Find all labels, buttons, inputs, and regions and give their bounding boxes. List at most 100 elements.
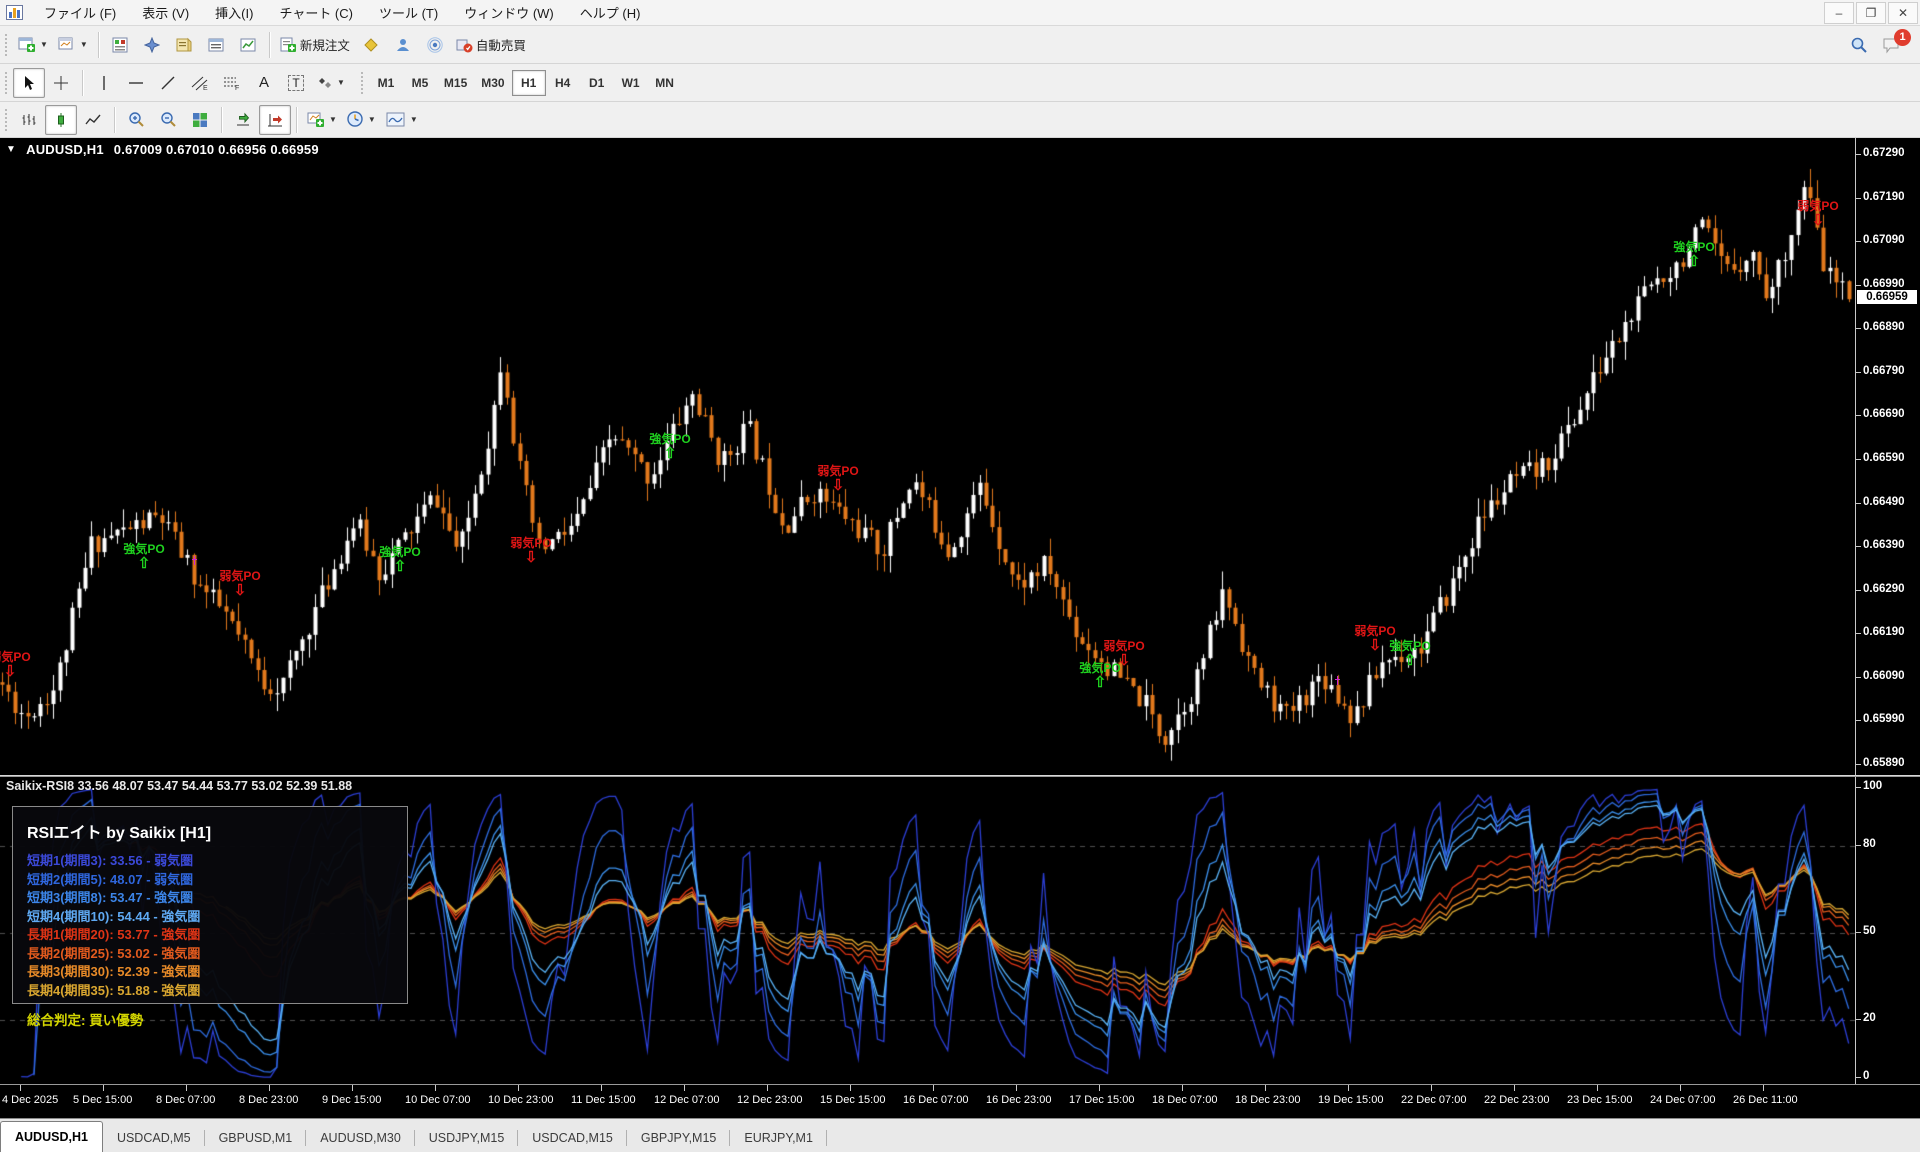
zoom-out-button[interactable] — [152, 105, 184, 135]
restore-button[interactable]: ❐ — [1856, 2, 1886, 24]
trendline-tool-button[interactable] — [152, 68, 184, 98]
time-axis-tick — [850, 1085, 851, 1091]
po-label-text: 強気PO — [379, 545, 420, 559]
timeframe-button-d1[interactable]: D1 — [580, 70, 614, 96]
toolbar-grip[interactable] — [360, 71, 365, 95]
po-label-bull: 強気PO⇧ — [375, 543, 425, 573]
signals-button[interactable] — [419, 30, 451, 60]
toolbar-grip[interactable] — [4, 71, 9, 95]
rsi-infobox-line-5: 長期2(期間25): 53.02 - 強気圏 — [27, 945, 393, 964]
text-label-tool-button[interactable]: T — [280, 68, 312, 98]
vertical-line-tool-button[interactable] — [88, 68, 120, 98]
mt4-window: ファイル (F)表示 (V)挿入(I)チャート (C)ツール (T)ウィンドウ … — [0, 0, 1920, 1152]
menu-item-0[interactable]: ファイル (F) — [31, 0, 129, 26]
po-label-text: 強気PO — [123, 542, 164, 556]
auto-scroll-button[interactable] — [227, 105, 259, 135]
rsi-infobox-title: RSIエイト by Saikix [H1] — [27, 819, 393, 843]
svg-text:E: E — [203, 85, 208, 91]
text-tool-button[interactable]: A — [248, 68, 280, 98]
strategy-tester-button[interactable] — [232, 30, 264, 60]
timeframe-button-m5[interactable]: M5 — [403, 70, 437, 96]
data-window-button[interactable] — [168, 30, 200, 60]
menu-item-4[interactable]: ツール (T) — [366, 0, 451, 26]
time-axis[interactable]: 4 Dec 20255 Dec 15:008 Dec 07:008 Dec 23… — [0, 1085, 1920, 1118]
minimize-button[interactable]: – — [1824, 2, 1854, 24]
chart-tab-usdcad-m15[interactable]: USDCAD,M15 — [518, 1124, 627, 1152]
price-axis-label: 0.66890 — [1863, 321, 1905, 333]
terminal-button[interactable] — [200, 30, 232, 60]
new-chart-button[interactable]: ▼ — [13, 30, 53, 60]
menu-item-3[interactable]: チャート (C) — [266, 0, 366, 26]
chart-tab-eurjpy-m1[interactable]: EURJPY,M1 — [730, 1124, 827, 1152]
shapes-tool-button[interactable]: ▼ — [312, 68, 350, 98]
periods-button[interactable]: ▼ — [342, 105, 381, 135]
toolbar-grip[interactable] — [4, 33, 9, 57]
panel-splitter[interactable] — [0, 775, 1920, 777]
chevron-down-icon: ▼ — [80, 40, 88, 49]
metaeditor-button[interactable] — [355, 30, 387, 60]
time-axis-tick — [767, 1085, 768, 1091]
templates-button[interactable]: ▼ — [302, 105, 342, 135]
menu-item-5[interactable]: ウィンドウ (W) — [451, 0, 567, 26]
menu-item-1[interactable]: 表示 (V) — [129, 0, 202, 26]
chart-tab-audusd-m30[interactable]: AUDUSD,M30 — [306, 1124, 415, 1152]
time-axis-tick — [1099, 1085, 1100, 1091]
tile-windows-button[interactable] — [184, 105, 216, 135]
chart-tab-audusd-h1[interactable]: AUDUSD,H1 — [0, 1121, 103, 1152]
standard-toolbar: ▼ ▼ 新規注文 — [0, 26, 1920, 64]
time-axis-label: 22 Dec 07:00 — [1401, 1094, 1466, 1106]
timeframe-button-h1[interactable]: H1 — [512, 70, 546, 96]
autotrading-button[interactable]: 自動売買 — [451, 30, 531, 60]
timeframe-button-m1[interactable]: M1 — [369, 70, 403, 96]
equidistant-channel-tool-button[interactable]: E — [184, 68, 216, 98]
timeframe-button-h4[interactable]: H4 — [546, 70, 580, 96]
timeframe-button-m30[interactable]: M30 — [474, 70, 511, 96]
indicator-header: Saikix-RSI8 33.56 48.07 53.47 54.44 53.7… — [6, 779, 352, 793]
menu-item-6[interactable]: ヘルプ (H) — [567, 0, 654, 26]
po-label-bear: 弱気PO⇩ — [813, 462, 863, 492]
menu-item-2[interactable]: 挿入(I) — [202, 0, 266, 26]
fibonacci-tool-button[interactable]: F — [216, 68, 248, 98]
rsi-infobox-line-0: 短期1(期間3): 33.56 - 弱気圏 — [27, 852, 393, 871]
chart-tab-bar: AUDUSD,H1USDCAD,M5GBPUSD,M1AUDUSD,M30USD… — [0, 1118, 1920, 1152]
close-button[interactable]: ✕ — [1888, 2, 1918, 24]
new-order-button[interactable]: 新規注文 — [275, 30, 355, 60]
chart-shift-button[interactable] — [259, 105, 291, 135]
timeframe-button-m15[interactable]: M15 — [437, 70, 474, 96]
time-axis-tick — [684, 1085, 685, 1091]
navigator-button[interactable] — [136, 30, 168, 60]
chart-area[interactable]: ▼ AUDUSD,H1 0.67009 0.67010 0.66956 0.66… — [0, 138, 1920, 1118]
time-axis-label: 9 Dec 15:00 — [322, 1094, 381, 1106]
time-axis-label: 12 Dec 23:00 — [737, 1094, 802, 1106]
chart-tab-gbpjpy-m15[interactable]: GBPJPY,M15 — [627, 1124, 731, 1152]
line-chart-button[interactable] — [77, 105, 109, 135]
chart-tab-usdcad-m5[interactable]: USDCAD,M5 — [103, 1124, 205, 1152]
time-axis-tick — [1597, 1085, 1598, 1091]
chart-tab-usdjpy-m15[interactable]: USDJPY,M15 — [415, 1124, 519, 1152]
time-axis-tick — [933, 1085, 934, 1091]
indicators-button[interactable]: ▼ — [381, 105, 423, 135]
po-label-text: 弱気PO — [510, 536, 551, 550]
time-axis-label: 24 Dec 07:00 — [1650, 1094, 1715, 1106]
collapse-triangle-icon[interactable]: ▼ — [6, 144, 16, 155]
bar-chart-button[interactable] — [13, 105, 45, 135]
search-icon[interactable] — [1850, 36, 1868, 54]
timeframe-button-mn[interactable]: MN — [648, 70, 682, 96]
timeframe-button-w1[interactable]: W1 — [614, 70, 648, 96]
community-button[interactable] — [387, 30, 419, 60]
zoom-in-button[interactable] — [120, 105, 152, 135]
candlestick-chart-button[interactable] — [45, 105, 77, 135]
toolbar-grip[interactable] — [4, 108, 9, 132]
profiles-button[interactable]: ▼ — [53, 30, 93, 60]
market-watch-button[interactable] — [104, 30, 136, 60]
time-axis-label: 18 Dec 07:00 — [1152, 1094, 1217, 1106]
time-axis-tick — [1016, 1085, 1017, 1091]
po-label-bull: 強気PO⇧ — [645, 430, 695, 460]
notifications-icon[interactable]: 1 — [1882, 36, 1902, 54]
horizontal-line-tool-button[interactable] — [120, 68, 152, 98]
po-label-bear: 弱気PO⇩ — [506, 534, 556, 564]
crosshair-tool-button[interactable] — [45, 68, 77, 98]
chart-tab-gbpusd-m1[interactable]: GBPUSD,M1 — [205, 1124, 307, 1152]
po-label-text: 弱気PO — [0, 650, 31, 664]
cursor-tool-button[interactable] — [13, 68, 45, 98]
